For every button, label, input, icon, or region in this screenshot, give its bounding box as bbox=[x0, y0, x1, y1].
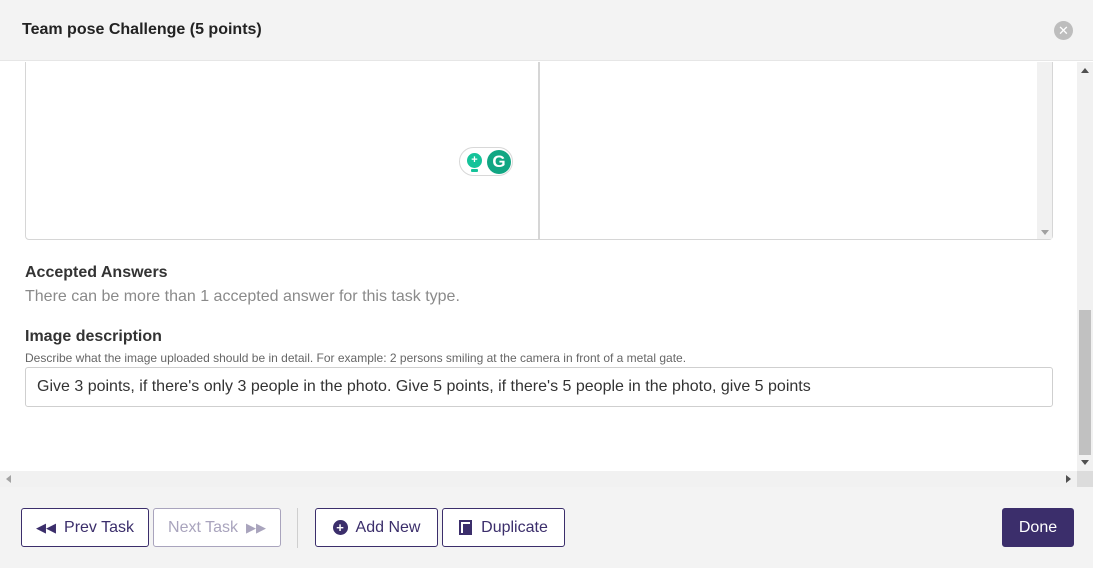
rich-text-editor-left[interactable]: + G bbox=[25, 62, 539, 240]
accepted-answers-label: Accepted Answers bbox=[25, 264, 168, 281]
prev-task-button[interactable]: ◀◀ Prev Task bbox=[21, 508, 149, 547]
close-icon[interactable]: ✕ bbox=[1054, 21, 1073, 40]
done-button[interactable]: Done bbox=[1002, 508, 1074, 547]
done-label: Done bbox=[1018, 518, 1058, 536]
duplicate-button[interactable]: Duplicate bbox=[442, 508, 565, 547]
fast-forward-icon: ▶▶ bbox=[245, 519, 266, 535]
grammarly-bulb-icon[interactable]: + bbox=[467, 153, 482, 168]
image-description-label: Image description bbox=[25, 328, 162, 345]
accepted-answers-help: There can be more than 1 accepted answer… bbox=[25, 288, 460, 305]
plus-circle-icon: + bbox=[332, 520, 348, 535]
add-new-label: Add New bbox=[355, 518, 421, 536]
scroll-up-icon[interactable] bbox=[1081, 68, 1089, 73]
horizontal-scrollbar[interactable] bbox=[0, 471, 1077, 487]
grammarly-bulb-base bbox=[471, 169, 478, 172]
modal-footer: ◀◀ Prev Task Next Task ▶▶ + Add New Dupl… bbox=[0, 487, 1093, 568]
copy-icon bbox=[459, 519, 473, 536]
editor-scroll-down-icon[interactable] bbox=[1041, 230, 1049, 235]
add-new-button[interactable]: + Add New bbox=[315, 508, 438, 547]
prev-task-label: Prev Task bbox=[64, 518, 134, 536]
next-task-label: Next Task bbox=[168, 518, 238, 536]
image-description-input[interactable] bbox=[25, 367, 1053, 407]
vertical-scrollbar[interactable] bbox=[1077, 62, 1093, 471]
rewind-icon: ◀◀ bbox=[36, 519, 57, 535]
modal-title: Team pose Challenge (5 points) bbox=[22, 21, 262, 38]
scroll-down-icon[interactable] bbox=[1081, 460, 1089, 465]
grammarly-logo-icon[interactable]: G bbox=[487, 150, 511, 174]
scrollbar-thumb[interactable] bbox=[1079, 310, 1091, 455]
scroll-left-icon[interactable] bbox=[6, 475, 11, 483]
task-editor-modal: Team pose Challenge (5 points) ✕ + G Acc… bbox=[0, 0, 1093, 568]
footer-divider bbox=[297, 508, 298, 548]
duplicate-label: Duplicate bbox=[481, 518, 548, 536]
image-description-help: Describe what the image uploaded should … bbox=[25, 351, 687, 365]
modal-header: Team pose Challenge (5 points) ✕ bbox=[0, 0, 1093, 61]
next-task-button[interactable]: Next Task ▶▶ bbox=[153, 508, 281, 547]
grammarly-widget[interactable]: + G bbox=[459, 147, 513, 176]
modal-body[interactable]: + G Accepted Answers There can be more t… bbox=[0, 62, 1077, 471]
rich-text-editor-right[interactable] bbox=[539, 62, 1053, 240]
scroll-right-icon[interactable] bbox=[1066, 475, 1071, 483]
editor-scrollbar[interactable] bbox=[1037, 62, 1052, 239]
scrollbar-corner bbox=[1077, 471, 1093, 487]
